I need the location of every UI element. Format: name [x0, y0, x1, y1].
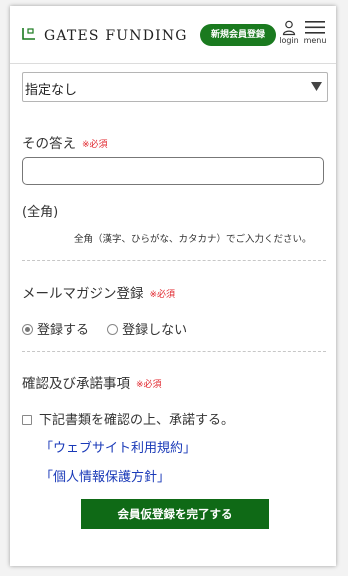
radio-option-unsubscribe[interactable]: 登録しない	[107, 319, 187, 338]
site-header: GATES FUNDING 新規会員登録 login menu	[10, 6, 336, 64]
menu-label: menu	[303, 36, 327, 45]
dropdown-select[interactable]: 指定なし	[22, 72, 328, 102]
input-note: 全角（漢字、ひらがな、カタカナ）でご入力ください。	[74, 234, 312, 245]
radio-label: 登録しない	[122, 323, 188, 338]
radio-unselected-icon[interactable]	[107, 324, 119, 335]
radio-label: 登録する	[37, 323, 90, 338]
newsletter-label-text: メールマガジン登録	[22, 286, 144, 302]
answer-label: その答え ※必須	[22, 132, 108, 152]
hamburger-menu-icon	[305, 21, 325, 34]
required-badge: ※必須	[136, 380, 162, 390]
required-badge: ※必須	[82, 140, 108, 150]
agreement-checkbox[interactable]	[22, 415, 32, 425]
radio-option-subscribe[interactable]: 登録する	[22, 319, 89, 338]
login-button[interactable]: login	[278, 20, 300, 45]
radio-selected-icon[interactable]	[22, 324, 33, 335]
privacy-policy-link[interactable]: 「個人情報保護方針」	[40, 466, 170, 485]
newsletter-radio-group: 登録する 登録しない	[22, 319, 201, 338]
divider	[22, 260, 326, 261]
newsletter-label: メールマガジン登録 ※必須	[22, 282, 175, 302]
login-label: login	[279, 36, 299, 45]
agreement-label-text: 確認及び承諾事項	[22, 376, 130, 392]
complete-registration-button[interactable]: 会員仮登録を完了する	[81, 499, 269, 529]
answer-label-text: その答え	[22, 136, 76, 152]
agreement-checkbox-row[interactable]: 下記書類を確認の上、承諾する。	[22, 409, 234, 428]
menu-button[interactable]: menu	[302, 18, 328, 45]
terms-of-use-link[interactable]: 「ウェブサイト利用規約」	[40, 437, 196, 456]
page-frame: GATES FUNDING 新規会員登録 login menu 指定なし その答…	[10, 6, 336, 566]
logo-mark-icon	[22, 28, 35, 40]
site-logo[interactable]: GATES FUNDING	[44, 28, 188, 44]
signup-button[interactable]: 新規会員登録	[200, 24, 276, 46]
user-icon	[282, 20, 296, 36]
answer-input[interactable]	[22, 157, 324, 185]
required-badge: ※必須	[149, 290, 176, 300]
dropdown-selected-value: 指定なし	[25, 83, 78, 98]
agreement-label: 確認及び承諾事項 ※必須	[22, 372, 162, 392]
agreement-checkbox-label: 下記書類を確認の上、承諾する。	[39, 413, 235, 428]
divider	[22, 351, 326, 352]
chevron-down-icon	[311, 82, 322, 91]
fullwidth-hint: (全角)	[22, 205, 59, 220]
